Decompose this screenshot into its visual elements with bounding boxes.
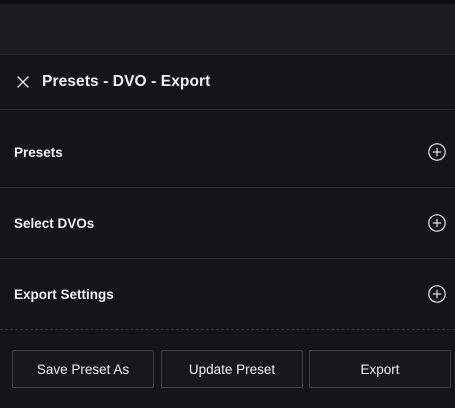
header-band [0, 4, 455, 55]
update-preset-button[interactable]: Update Preset [161, 350, 303, 388]
close-icon [17, 76, 29, 88]
save-preset-as-button[interactable]: Save Preset As [12, 350, 154, 388]
section-select-dvos[interactable]: Select DVOs [0, 188, 455, 259]
section-presets[interactable]: Presets [0, 117, 455, 188]
panel-title: Presets - DVO - Export [42, 73, 211, 90]
plus-circle-icon [428, 214, 446, 232]
expand-select-dvos-button[interactable] [427, 213, 447, 233]
panel-title-bar: Presets - DVO - Export [0, 55, 455, 110]
export-preset-panel: Presets - DVO - Export Presets Select DV… [0, 0, 455, 408]
section-label-presets: Presets [14, 144, 63, 160]
section-label-select-dvos: Select DVOs [14, 215, 95, 231]
close-button[interactable] [12, 71, 34, 93]
section-export-settings[interactable]: Export Settings [0, 259, 455, 330]
footer-actions: Save Preset As Update Preset Export [0, 331, 455, 408]
plus-circle-icon [428, 285, 446, 303]
expand-export-settings-button[interactable] [427, 284, 447, 304]
plus-circle-icon [428, 143, 446, 161]
export-button[interactable]: Export [309, 350, 451, 388]
expand-presets-button[interactable] [427, 142, 447, 162]
section-label-export-settings: Export Settings [14, 286, 114, 302]
